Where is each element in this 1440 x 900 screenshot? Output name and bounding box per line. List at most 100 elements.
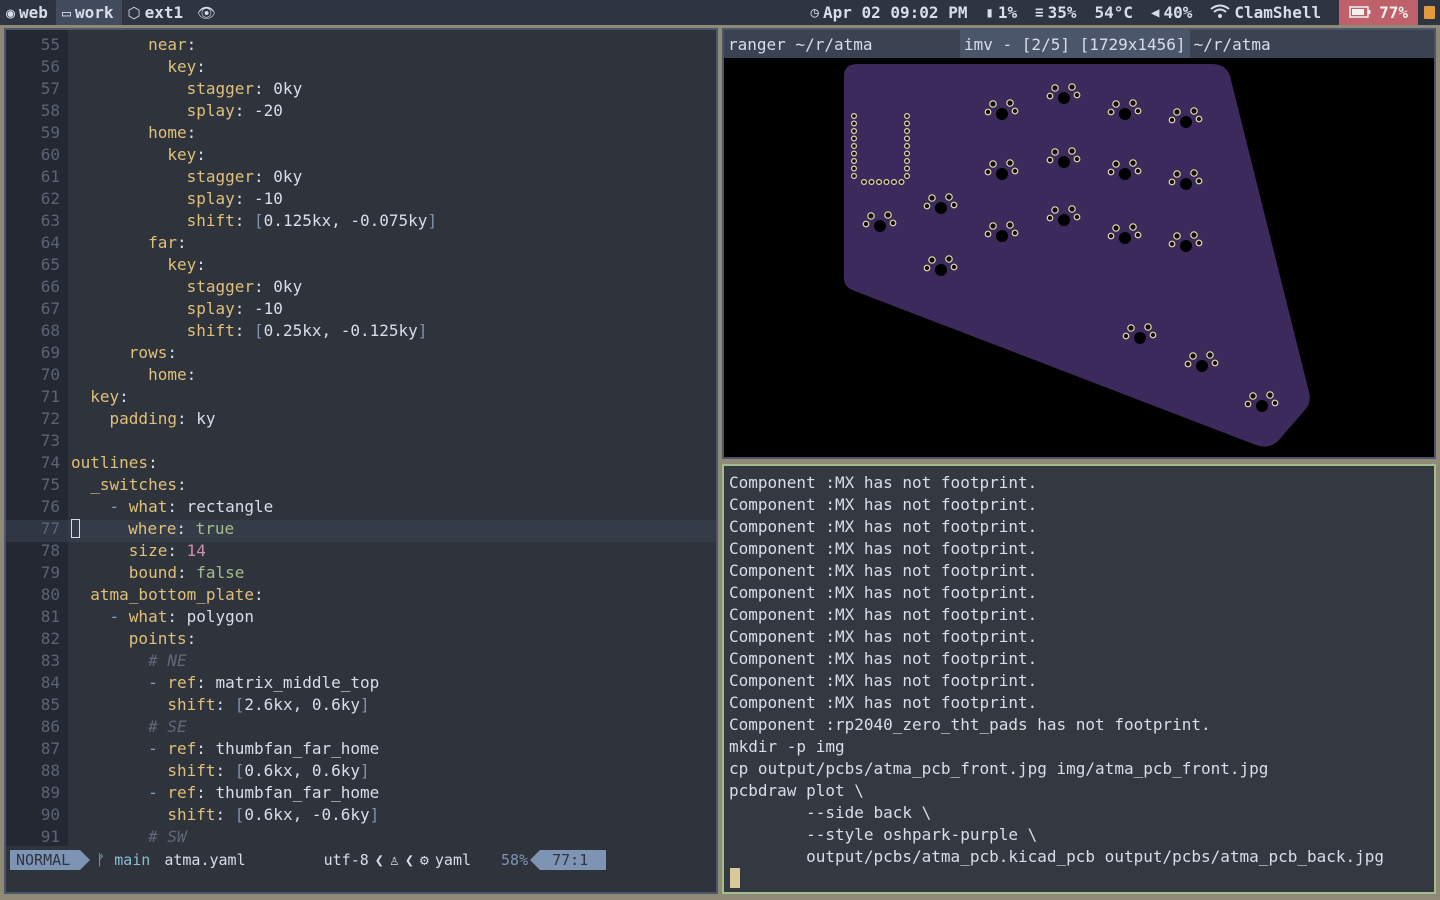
- terminal-line: Component :MX has not footprint.: [729, 583, 1038, 602]
- tab-imv[interactable]: imv - [2/5] [1729x1456]: [960, 30, 1190, 58]
- editor-line[interactable]: 76 - what: rectangle: [6, 496, 716, 518]
- editor-line[interactable]: 80 atma_bottom_plate:: [6, 584, 716, 606]
- editor-line[interactable]: 89 - ref: thumbfan_far_home: [6, 782, 716, 804]
- code-token: : 0ky: [254, 167, 303, 186]
- editor-line[interactable]: 72 padding: ky: [6, 408, 716, 430]
- terminal-line: Component :MX has not footprint.: [729, 539, 1038, 558]
- tab-ranger[interactable]: ranger ~/r/atma: [724, 30, 960, 58]
- file-name: atma.yaml: [164, 851, 246, 869]
- editor-line[interactable]: 59 home:: [6, 122, 716, 144]
- editor-line[interactable]: 77 where: true: [6, 518, 716, 540]
- chrome-icon: ◉: [6, 3, 16, 22]
- pin-pad: [1011, 229, 1019, 237]
- terminal-line: Component :MX has not footprint.: [729, 627, 1038, 646]
- editor-line[interactable]: 75 _switches:: [6, 474, 716, 496]
- editor-line[interactable]: 86 # SE: [6, 716, 716, 738]
- editor-line[interactable]: 83 # NE: [6, 650, 716, 672]
- editor-line[interactable]: 66 stagger: 0ky: [6, 276, 716, 298]
- editor-line[interactable]: 85 shift: [2.6kx, 0.6ky]: [6, 694, 716, 716]
- switch-hole: [1058, 214, 1070, 226]
- disk-icon: ▮: [985, 4, 994, 21]
- editor-line[interactable]: 58 splay: -20: [6, 100, 716, 122]
- line-number: 56: [40, 57, 60, 76]
- tab-shell[interactable]: ~/r/atma: [1190, 30, 1275, 58]
- editor-line[interactable]: 88 shift: [0.6kx, 0.6ky]: [6, 760, 716, 782]
- editor-line[interactable]: 69 rows:: [6, 342, 716, 364]
- code-token: ref: [167, 739, 197, 758]
- code-token: 14: [186, 541, 206, 560]
- pin-pad: [1051, 206, 1059, 214]
- code-token: bound: [128, 563, 177, 582]
- volume-widget[interactable]: ◀ 40%: [1151, 3, 1192, 22]
- terminal-pane[interactable]: Component :MX has not footprint. Componen…: [722, 464, 1436, 894]
- editor-line[interactable]: 64 far:: [6, 232, 716, 254]
- pin-pad: [1068, 147, 1076, 155]
- editor-line[interactable]: 81 - what: polygon: [6, 606, 716, 628]
- editor-line[interactable]: 61 stagger: 0ky: [6, 166, 716, 188]
- line-number: 75: [40, 475, 60, 494]
- editor-line[interactable]: 68 shift: [0.25kx, -0.125ky]: [6, 320, 716, 342]
- code-token: :: [176, 563, 197, 582]
- editor-line[interactable]: 82 points:: [6, 628, 716, 650]
- pin-pad: [1127, 324, 1135, 332]
- editor-line[interactable]: 65 key:: [6, 254, 716, 276]
- editor-line[interactable]: 60 key:: [6, 144, 716, 166]
- pin-pad: [950, 263, 958, 271]
- pin-pad: [889, 219, 897, 227]
- code-token: : 0ky: [254, 79, 303, 98]
- image-viewer-pane[interactable]: ranger ~/r/atma imv - [2/5] [1729x1456] …: [722, 28, 1436, 459]
- switch-hole: [1180, 240, 1192, 252]
- pin-pad: [1068, 83, 1076, 91]
- pin-pad: [1051, 84, 1059, 92]
- code-token: : -10: [234, 189, 283, 208]
- workspace-work[interactable]: ▭ work: [55, 0, 122, 25]
- mcu-pad: [850, 157, 857, 164]
- editor-line[interactable]: 87 - ref: thumbfan_far_home: [6, 738, 716, 760]
- workspace-eye[interactable]: 👁: [191, 0, 228, 25]
- editor-line[interactable]: 56 key:: [6, 56, 716, 78]
- clock-widget[interactable]: ◷ Apr 02 09:02 PM: [811, 3, 968, 22]
- code-token: home: [148, 123, 187, 142]
- editor-line[interactable]: 91 # SW: [6, 826, 716, 848]
- workspace-web[interactable]: ◉ web: [0, 0, 56, 25]
- pin-pad: [1112, 224, 1120, 232]
- line-number: 88: [40, 761, 60, 780]
- pin-pad: [1190, 107, 1198, 115]
- editor-buffer[interactable]: 55 near: 56 key: 57 stagger: 0ky 58 splay: …: [6, 34, 716, 848]
- editor-line[interactable]: 90 shift: [0.6kx, -0.6ky]: [6, 804, 716, 826]
- workspace-ext1[interactable]: ⬡ ext1: [122, 0, 192, 25]
- editor-line[interactable]: 74 outlines:: [6, 452, 716, 474]
- code-token: :: [196, 57, 206, 76]
- wifi-widget[interactable]: ClamShell: [1210, 3, 1321, 22]
- editor-line[interactable]: 57 stagger: 0ky: [6, 78, 716, 100]
- code-token: rows: [128, 343, 168, 362]
- code-token: [: [234, 805, 245, 824]
- line-number: 81: [40, 607, 60, 626]
- editor-line[interactable]: 63 shift: [0.125kx, -0.075ky]: [6, 210, 716, 232]
- editor-line[interactable]: 55 near:: [6, 34, 716, 56]
- editor-line[interactable]: 84 - ref: matrix_middle_top: [6, 672, 716, 694]
- line-number: 87: [40, 739, 60, 758]
- editor-line[interactable]: 71 key:: [6, 386, 716, 408]
- editor-line[interactable]: 79 bound: false: [6, 562, 716, 584]
- terminal-line: Component :MX has not footprint.: [729, 693, 1038, 712]
- editor-line[interactable]: 62 splay: -10: [6, 188, 716, 210]
- code-token: : -20: [234, 101, 283, 120]
- notification-icon[interactable]: [1418, 0, 1440, 25]
- code-token: :: [167, 343, 177, 362]
- editor-line[interactable]: 78 size: 14: [6, 540, 716, 562]
- line-number: 80: [40, 585, 60, 604]
- pin-pad: [1107, 168, 1115, 176]
- editor-line[interactable]: 73: [6, 430, 716, 452]
- terminal-line: Component :MX has not footprint.: [729, 517, 1038, 536]
- line-number: 55: [40, 35, 60, 54]
- code-token: : thumbfan_far_home: [196, 783, 380, 802]
- editor-line[interactable]: 70 home:: [6, 364, 716, 386]
- code-comment: # SE: [148, 717, 187, 736]
- editor-pane[interactable]: 55 near: 56 key: 57 stagger: 0ky 58 splay: …: [4, 28, 718, 894]
- editor-line[interactable]: 67 splay: -10: [6, 298, 716, 320]
- pin-pad: [1107, 108, 1115, 116]
- pin-pad: [1189, 352, 1197, 360]
- chevron-left-icon: ❮: [404, 851, 414, 869]
